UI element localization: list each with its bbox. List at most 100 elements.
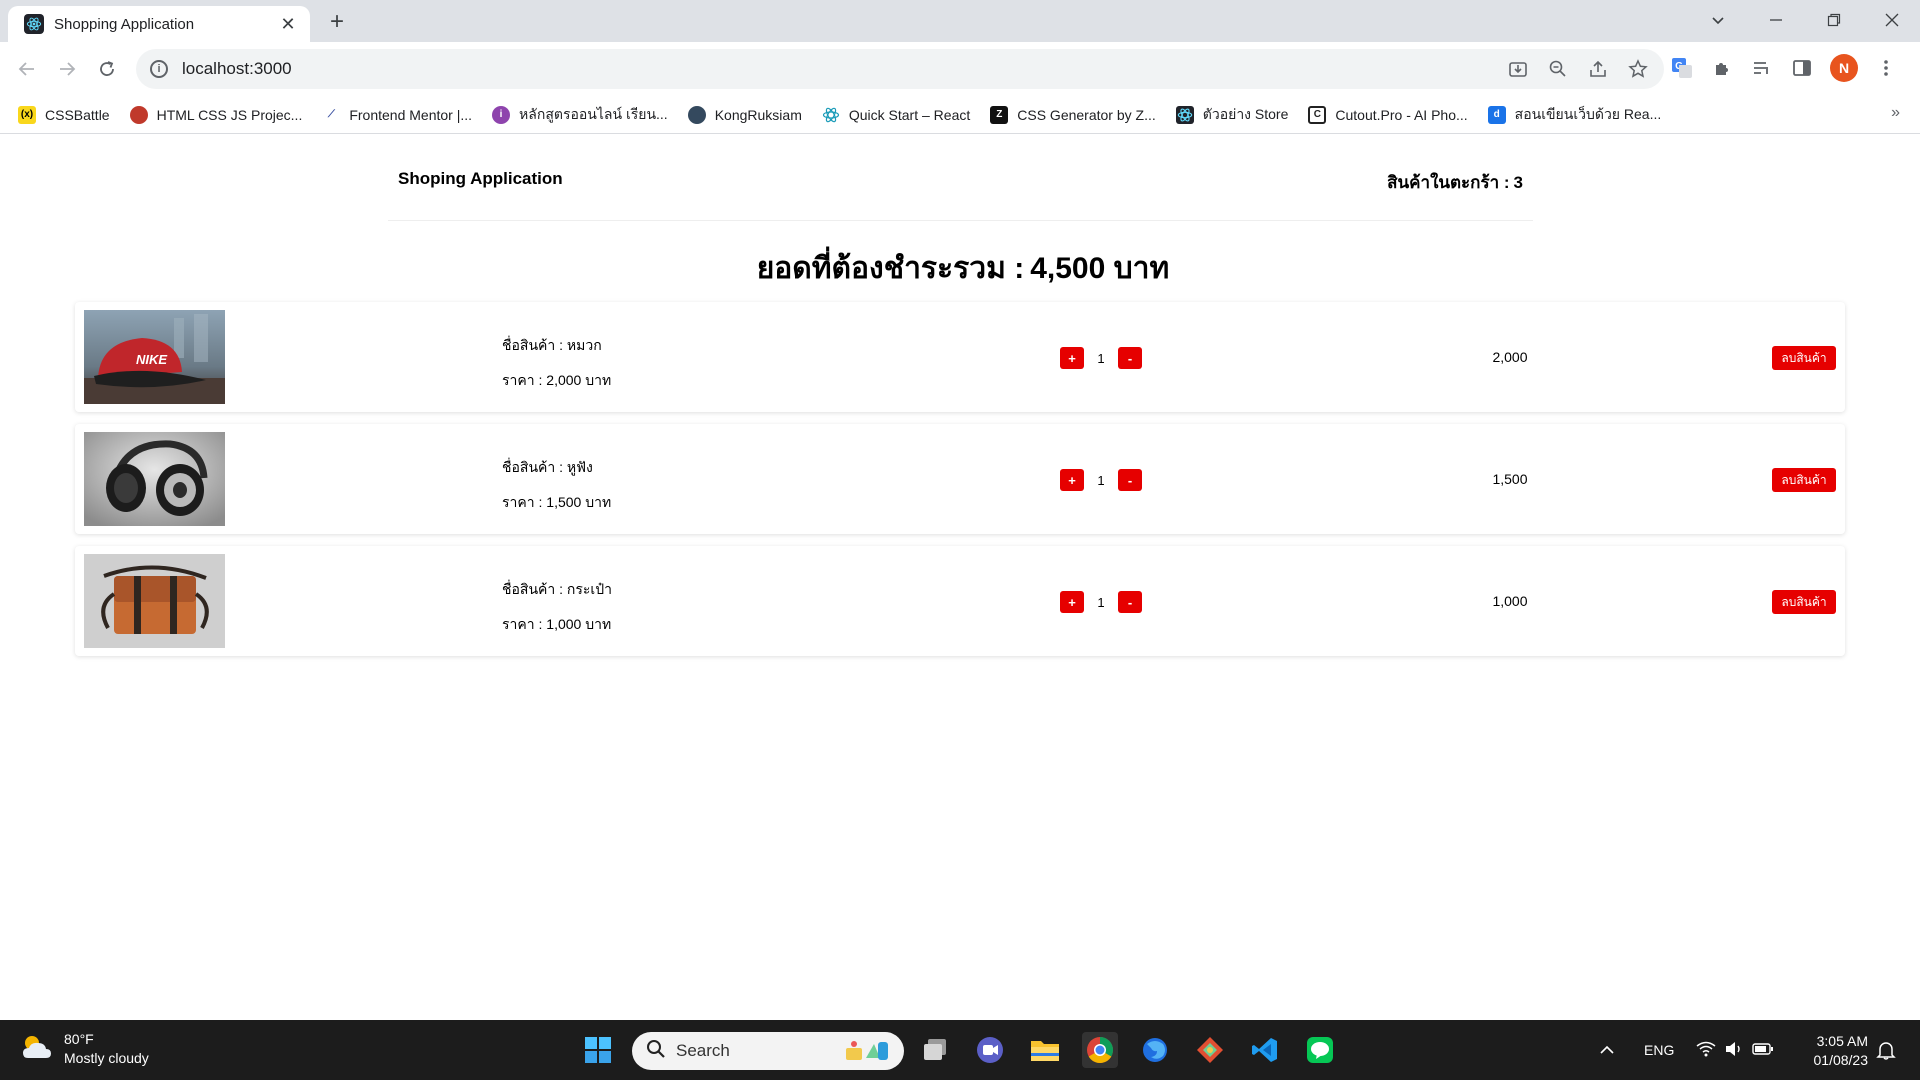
remove-item-button[interactable]: ลบสินค้า	[1772, 346, 1836, 370]
remove-item-button[interactable]: ลบสินค้า	[1772, 468, 1836, 492]
decrease-quantity-button[interactable]: -	[1118, 347, 1142, 369]
bookmark-item[interactable]: HTML CSS JS Projec...	[129, 105, 302, 124]
order-total: ยอดที่ต้องชำระรวม :4,500 บาท	[0, 245, 1920, 292]
wifi-icon[interactable]	[1696, 1041, 1716, 1060]
close-window-button[interactable]	[1864, 0, 1920, 40]
profile-avatar[interactable]: N	[1830, 54, 1858, 82]
cssbattle-icon: (x)	[18, 105, 36, 124]
bookmark-item[interactable]: Quick Start – React	[821, 105, 970, 124]
taskbar: 80°F Mostly cloudy Search ENG 3:05 AM 01…	[0, 1020, 1920, 1080]
product-name: ชื่อสินค้า : หูฟัง	[502, 459, 593, 475]
site-icon: d	[1487, 105, 1506, 124]
forward-button[interactable]	[52, 54, 82, 84]
remove-item-button[interactable]: ลบสินค้า	[1772, 590, 1836, 614]
increase-quantity-button[interactable]: +	[1060, 469, 1084, 491]
product-name: ชื่อสินค้า : หมวก	[502, 337, 602, 353]
side-panel-icon[interactable]	[1790, 56, 1814, 80]
app-brand[interactable]: Shoping Application	[398, 169, 563, 189]
bookmark-star-icon[interactable]	[1626, 57, 1650, 81]
bookmark-item[interactable]: ⟋ Frontend Mentor |...	[322, 105, 472, 124]
windows-start-icon[interactable]	[580, 1032, 616, 1068]
product-name: ชื่อสินค้า : กระเป๋า	[502, 581, 612, 597]
cart-item: ชื่อสินค้า : กระเป๋า ราคา : 1,000 บาท + …	[75, 546, 1845, 656]
cutout-icon: C	[1308, 105, 1327, 124]
back-button[interactable]	[12, 54, 42, 84]
vscode-icon[interactable]	[1247, 1032, 1283, 1068]
reload-button[interactable]	[92, 54, 122, 84]
bookmark-item[interactable]: d สอนเขียนเว็บด้วย Rea...	[1487, 104, 1661, 126]
clock[interactable]: 3:05 AM 01/08/23	[1790, 1032, 1869, 1070]
react-icon	[24, 14, 44, 34]
minimize-button[interactable]	[1748, 0, 1804, 40]
bookmark-item[interactable]: KongRuksiam	[687, 105, 802, 124]
bookmarks-bar: (x) CSSBattle HTML CSS JS Projec... ⟋ Fron…	[0, 96, 1920, 134]
cart-item: NIKE ชื่อสินค้า : หมวก ราคา : 2,000 บาท …	[75, 302, 1845, 412]
product-price: ราคา : 1,000 บาท	[502, 616, 612, 632]
bookmark-item[interactable]: i หลักสูตรออนไลน์ เรียน...	[492, 104, 668, 126]
increase-quantity-button[interactable]: +	[1060, 591, 1084, 613]
product-price: ราคา : 2,000 บาท	[502, 372, 612, 388]
quantity-stepper: + 1 -	[1060, 347, 1142, 369]
new-tab-button[interactable]: +	[322, 8, 352, 38]
more-bookmarks-icon[interactable]: »	[1891, 104, 1900, 122]
clock-date: 01/08/23	[1813, 1052, 1869, 1068]
share-icon[interactable]	[1586, 57, 1610, 81]
git-app-icon[interactable]	[1192, 1032, 1228, 1068]
address-url[interactable]: localhost:3000	[182, 59, 292, 79]
address-bar[interactable]: i localhost:3000	[136, 49, 1664, 89]
react-icon	[1175, 105, 1194, 124]
product-image-bag	[84, 554, 225, 648]
decrease-quantity-button[interactable]: -	[1118, 469, 1142, 491]
taskbar-search[interactable]: Search	[632, 1032, 904, 1070]
notifications-icon[interactable]	[1876, 1040, 1896, 1065]
search-highlight-icon	[840, 1038, 892, 1069]
tab-strip: Shopping Application ✕ +	[0, 0, 1920, 42]
task-view-icon[interactable]	[918, 1032, 954, 1068]
frontend-mentor-icon: ⟋	[322, 105, 341, 124]
bookmark-item[interactable]: (x) CSSBattle	[18, 105, 110, 124]
bookmark-item[interactable]: Z CSS Generator by Z...	[990, 105, 1156, 124]
quantity-value: 1	[1097, 594, 1105, 610]
bookmark-item[interactable]: C Cutout.Pro - AI Pho...	[1308, 105, 1468, 124]
line-app-icon[interactable]	[1302, 1032, 1338, 1068]
quantity-stepper: + 1 -	[1060, 469, 1142, 491]
chrome-icon[interactable]	[1082, 1032, 1118, 1068]
quantity-value: 1	[1097, 472, 1105, 488]
file-explorer-icon[interactable]	[1027, 1032, 1063, 1068]
cart-count: สินค้าในตะกร้า :3	[1383, 169, 1523, 196]
item-subtotal: 2,000	[1492, 349, 1528, 365]
system-tray: ENG	[1600, 1020, 1774, 1080]
language-indicator[interactable]: ENG	[1644, 1042, 1674, 1058]
tab-search-button[interactable]	[1690, 0, 1746, 40]
product-price: ราคา : 1,500 บาท	[502, 494, 612, 510]
weather-condition: Mostly cloudy	[64, 1050, 149, 1066]
clock-time: 3:05 AM	[1816, 1033, 1868, 1049]
close-tab-icon[interactable]: ✕	[278, 14, 298, 35]
cart-label: สินค้าในตะกร้า :	[1387, 173, 1510, 192]
site-info-icon[interactable]: i	[150, 60, 168, 78]
teams-chat-icon[interactable]	[972, 1032, 1008, 1068]
battery-icon[interactable]	[1752, 1042, 1774, 1059]
app-header: Shoping Application สินค้าในตะกร้า :3	[388, 135, 1533, 221]
kebab-menu-icon[interactable]	[1874, 56, 1898, 80]
translate-icon[interactable]: G	[1670, 56, 1694, 80]
chevron-up-icon[interactable]	[1600, 1042, 1614, 1058]
total-value: 4,500 บาท	[1030, 252, 1170, 285]
zoom-icon[interactable]	[1546, 57, 1570, 81]
decrease-quantity-button[interactable]: -	[1118, 591, 1142, 613]
increase-quantity-button[interactable]: +	[1060, 347, 1084, 369]
firefox-icon[interactable]	[1137, 1032, 1173, 1068]
install-app-icon[interactable]	[1506, 57, 1530, 81]
search-placeholder: Search	[676, 1041, 730, 1060]
weather-widget[interactable]: 80°F Mostly cloudy	[20, 1030, 149, 1068]
browser-tab[interactable]: Shopping Application ✕	[8, 6, 310, 42]
volume-icon[interactable]	[1724, 1041, 1744, 1060]
user-icon	[687, 105, 706, 124]
bookmark-item[interactable]: ตัวอย่าง Store	[1175, 104, 1288, 126]
site-icon: i	[492, 105, 511, 124]
reading-list-icon[interactable]	[1750, 56, 1774, 80]
extensions-icon[interactable]	[1710, 56, 1734, 80]
quantity-stepper: + 1 -	[1060, 591, 1142, 613]
css-generator-icon: Z	[990, 105, 1009, 124]
restore-button[interactable]	[1806, 0, 1862, 40]
